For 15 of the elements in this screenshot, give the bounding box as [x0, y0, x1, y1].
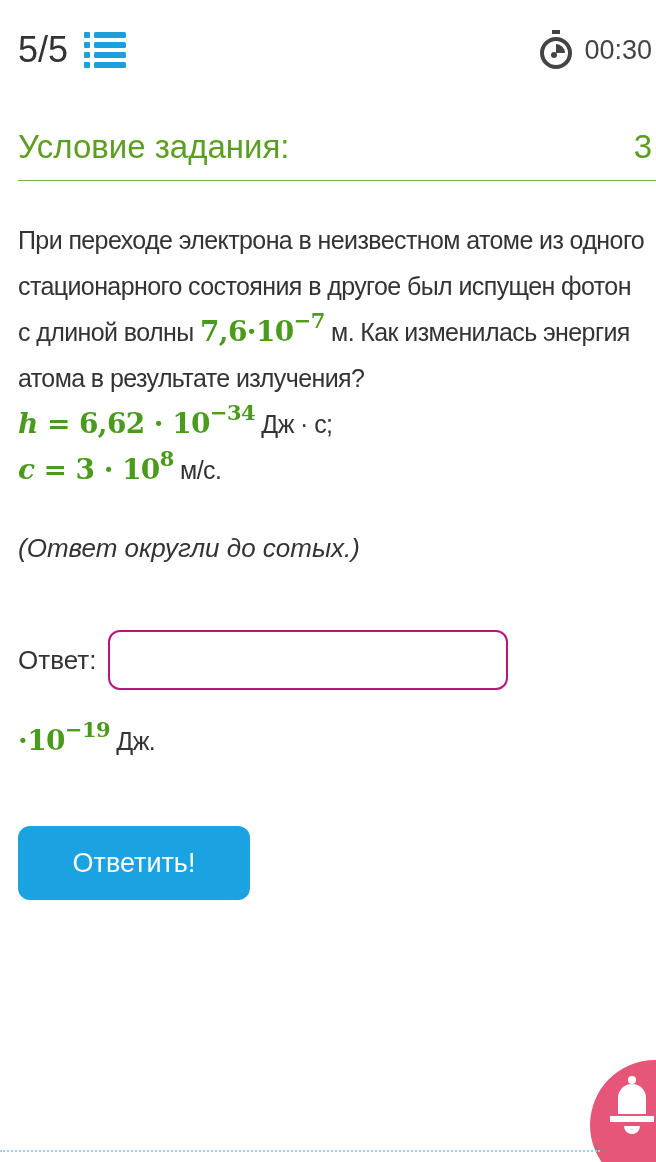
list-icon[interactable] [84, 31, 127, 69]
answer-field[interactable] [108, 630, 509, 690]
answer-unit: ·10$^{−19}$ Дж. [18, 718, 157, 759]
stopwatch-icon [538, 30, 575, 70]
points: 3 [633, 128, 652, 166]
submit-button[interactable]: Ответить! [18, 826, 250, 900]
question-counter: 5/5 [18, 29, 69, 71]
task-heading: Условие задания: [18, 128, 290, 166]
answer-label: Ответ: [18, 644, 97, 676]
bell-icon [610, 1074, 654, 1134]
formula-line: h = 6,62 · 10$^{−34}$ Дж · с; [18, 401, 334, 442]
rounding-note: (Ответ округли до сотых.) [18, 533, 361, 564]
formula-line: c = 3 · 10$^{8}$ м/с. [18, 447, 223, 488]
timer: 00:30 [584, 34, 652, 66]
problem-text: При переходе электрона в неизвестном атоме из одного стационарного состояния в другое был испущен фотон с длиной волны 7,6·10$^{−7}$ м. Как изменилась энергия атома в результате излучения? [18, 225, 646, 394]
